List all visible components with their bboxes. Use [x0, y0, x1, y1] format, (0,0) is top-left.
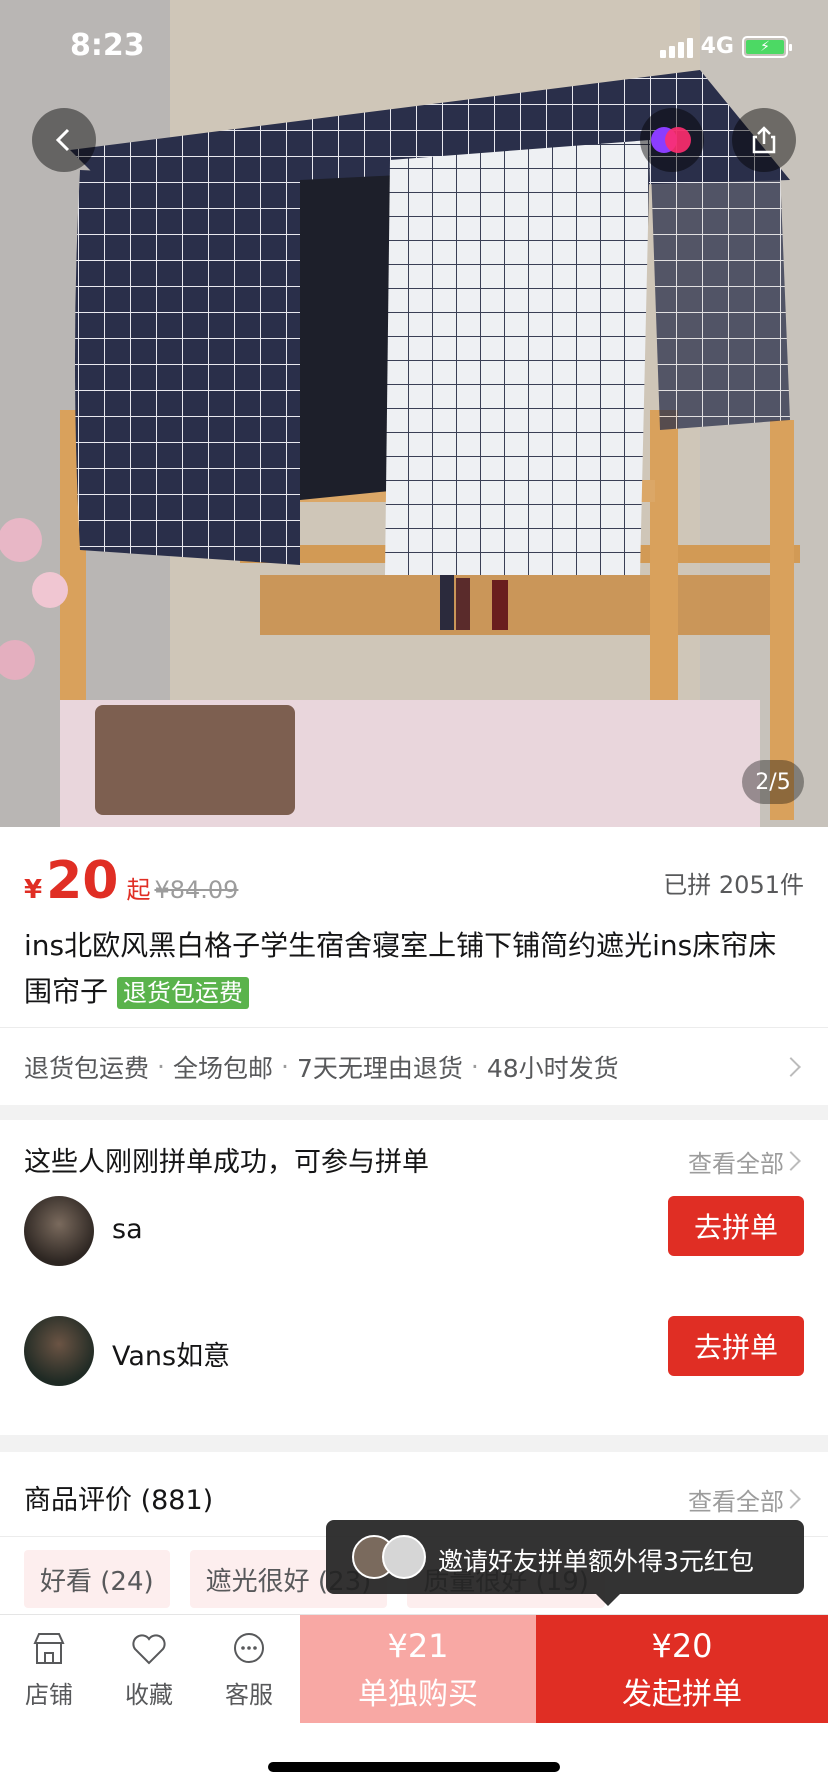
separator-dot: ·: [157, 1052, 165, 1081]
group-see-all-link[interactable]: 查看全部: [688, 1144, 784, 1179]
single-label: 单独购买: [358, 1677, 478, 1712]
separator-dot: ·: [280, 1052, 289, 1081]
user-name: sa: [112, 1214, 143, 1245]
signal-icon: [659, 36, 693, 58]
group-label: 发起拼单: [622, 1677, 742, 1712]
reviews-heading: 商品评价 (881): [24, 1485, 214, 1516]
store-label: 店铺: [25, 1681, 73, 1709]
brand-logo-icon: [651, 127, 691, 153]
group-price: ¥20: [651, 1627, 713, 1665]
status-indicators: 4G ⚡: [659, 34, 792, 59]
group-buy-section: 这些人刚刚拼单成功，可参与拼单 查看全部 sa 去拼单 Vans如意 去拼单: [0, 1120, 828, 1435]
favorite-shortcut-button[interactable]: [640, 108, 704, 172]
invite-toast[interactable]: 邀请好友拼单额外得3元红包: [326, 1520, 804, 1606]
share-button[interactable]: [732, 108, 796, 172]
chevron-right-icon: [781, 1489, 801, 1509]
service-item: 全场包邮: [172, 1053, 273, 1083]
image-counter: 2/5: [742, 760, 804, 804]
toast-text: 邀请好友拼单额外得3元红包: [438, 1547, 754, 1576]
heart-icon: [132, 1634, 166, 1665]
product-photo: [0, 0, 828, 827]
currency-symbol: ¥: [24, 875, 43, 905]
group-buy-heading: 这些人刚刚拼单成功，可参与拼单: [24, 1147, 429, 1178]
return-shipping-tag: 退货包运费: [116, 977, 249, 1009]
service-item: 退货包运费: [24, 1053, 150, 1083]
chat-icon: [234, 1633, 264, 1663]
avatar: [24, 1316, 94, 1386]
share-icon: [752, 126, 776, 154]
back-button[interactable]: [32, 108, 96, 172]
service-label: 客服: [225, 1681, 273, 1709]
join-group-button[interactable]: 去拼单: [668, 1196, 804, 1256]
join-group-button[interactable]: 去拼单: [668, 1316, 804, 1376]
product-title: ins北欧风黑白格子学生宿舍寝室上铺下铺简约遮光ins床帘床围帘子 退货包运费: [24, 923, 804, 1015]
group-user-row: Vans如意 去拼单: [24, 1316, 804, 1406]
service-guarantees[interactable]: 退货包运费 · 全场包邮 · 7天无理由退货 · 48小时发货: [0, 1027, 828, 1105]
price-suffix: 起: [126, 876, 151, 904]
see-all-label: 查看全部: [688, 1150, 784, 1178]
status-time: 8:23: [70, 28, 145, 63]
chevron-left-icon: [55, 128, 70, 152]
status-bar: 8:23 4G ⚡: [0, 0, 828, 100]
service-item: 7天无理由退货: [296, 1053, 463, 1083]
price-value: 20: [46, 851, 119, 911]
price-row: ¥ 20 起 ¥84.09: [24, 851, 238, 911]
sold-count: 已拼 2051件: [663, 871, 804, 899]
favorite-button[interactable]: 收藏: [104, 1629, 194, 1710]
chevron-right-icon: [781, 1151, 801, 1171]
customer-service-button[interactable]: 客服: [204, 1629, 294, 1710]
product-info: ¥ 20 起 ¥84.09 已拼 2051件 ins北欧风黑白格子学生宿舍寝室上…: [0, 827, 828, 1105]
user-name: Vans如意: [112, 1341, 231, 1372]
battery-icon: ⚡: [742, 35, 792, 58]
network-label: 4G: [700, 34, 734, 59]
home-indicator[interactable]: [268, 1762, 560, 1772]
favorite-label: 收藏: [125, 1681, 173, 1709]
avatar: [382, 1535, 426, 1579]
group-user-row: sa 去拼单: [24, 1196, 804, 1286]
chevron-right-icon: [781, 1057, 801, 1077]
service-item: 48小时发货: [486, 1053, 619, 1083]
avatar: [24, 1196, 94, 1266]
buy-single-button[interactable]: ¥21 单独购买: [300, 1615, 536, 1723]
single-price: ¥21: [387, 1627, 449, 1665]
store-button[interactable]: 店铺: [4, 1629, 94, 1710]
reviews-see-all-link[interactable]: 查看全部: [688, 1482, 784, 1517]
separator-dot: ·: [470, 1052, 479, 1081]
review-tag[interactable]: 好看 (24): [24, 1550, 170, 1608]
start-group-buy-button[interactable]: ¥20 发起拼单: [536, 1615, 828, 1723]
original-price: ¥84.09: [154, 876, 239, 904]
product-image-gallery[interactable]: 8:23 4G ⚡ 2/5: [0, 0, 828, 827]
store-icon: [33, 1633, 65, 1664]
see-all-label: 查看全部: [688, 1488, 784, 1516]
